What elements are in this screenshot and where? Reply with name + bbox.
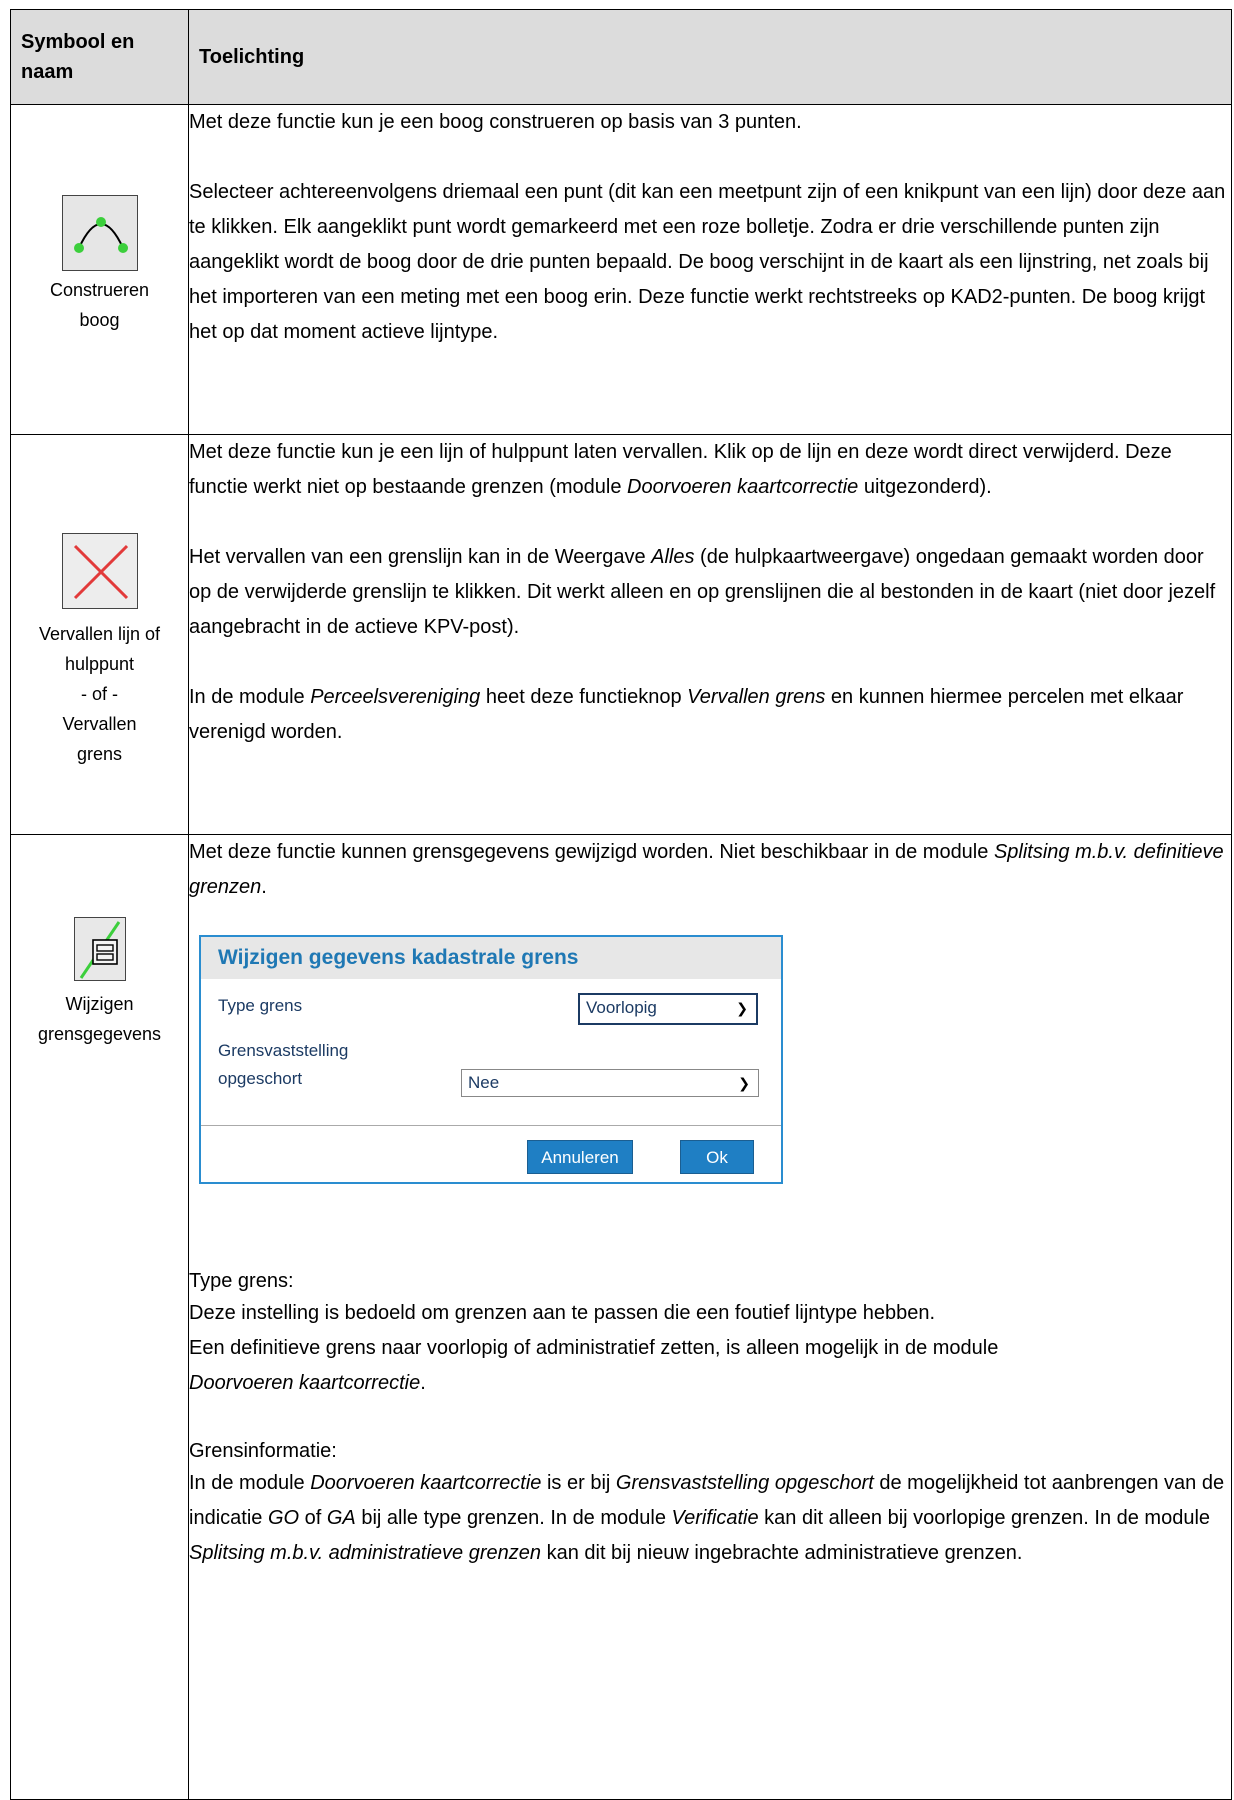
symbol-name-line: - of -	[80, 684, 118, 704]
symbol-cell-edit: Wijzigen grensgegevens	[10, 834, 189, 1800]
symbol-name-line: grensgegevens	[37, 1024, 162, 1044]
symbol-cell-arc: Construeren boog	[10, 104, 189, 435]
paragraph: Type grens:	[189, 1270, 294, 1292]
type-grens-label: Type grens	[218, 996, 303, 1015]
paragraph: Grensinformatie:	[189, 1440, 337, 1462]
symbol-name-line: grens	[76, 744, 123, 764]
edit-boundary-data-icon[interactable]	[73, 917, 126, 981]
paragraph: Met deze functie kunnen grensgegevens ge…	[189, 841, 1224, 898]
table-header-row: Symbool en naam Toelichting	[10, 9, 1232, 105]
description-cell-edit: Met deze functie kunnen grensgegevens ge…	[188, 834, 1232, 1800]
paragraph: Een definitieve grens naar voorlopig of …	[189, 1337, 999, 1359]
suspend-select[interactable]: Nee ❯	[461, 1069, 759, 1097]
paragraph: Met deze functie kun je een boog constru…	[189, 111, 802, 133]
symbol-name-line: boog	[79, 310, 120, 330]
chevron-down-icon: ❯	[738, 1075, 750, 1091]
functions-table: Symbool en naam Toelichting Construeren …	[10, 9, 1232, 1800]
red-x-icon[interactable]	[61, 533, 138, 609]
symbol-name-line: Vervallen	[62, 714, 137, 734]
paragraph: Doorvoeren kaartcorrectie.	[189, 1372, 426, 1394]
type-grens-select[interactable]: Voorlopig ❯	[578, 993, 758, 1025]
suspend-label-line2: opgeschort	[218, 1069, 303, 1088]
ok-button[interactable]: Ok	[680, 1140, 754, 1174]
symbol-name-line: Wijzigen	[65, 994, 134, 1014]
paragraph: In de module Doorvoeren kaartcorrectie i…	[189, 1472, 1225, 1564]
paragraph: Selecteer achtereenvolgens driemaal een …	[189, 181, 1226, 343]
paragraph: Met deze functie kun je een lijn of hulp…	[189, 441, 1172, 498]
paragraph: Het vervallen van een grenslijn kan in d…	[189, 546, 1216, 638]
symbol-name-line: Vervallen lijn of	[38, 624, 161, 644]
description-cell-arc: Met deze functie kun je een boog constru…	[188, 104, 1232, 435]
symbol-name-line: hulppunt	[64, 654, 135, 674]
symbol-cell-remove: Vervallen lijn of hulppunt - of - Verval…	[10, 434, 189, 835]
suspend-label-line1: Grensvaststelling	[218, 1041, 349, 1060]
chevron-down-icon: ❯	[736, 1000, 748, 1016]
description-cell-remove: Met deze functie kun je een lijn of hulp…	[188, 434, 1232, 835]
header-symbol-name: Symbool en naam	[10, 9, 189, 105]
header-col1-text: Symbool en naam	[21, 31, 135, 83]
edit-boundary-dialog: Wijzigen gegevens kadastrale grens Type …	[199, 935, 783, 1184]
table-row: Construeren boog Met deze functie kun je…	[10, 104, 1232, 435]
dialog-title: Wijzigen gegevens kadastrale grens	[201, 937, 781, 979]
table-row: Vervallen lijn of hulppunt - of - Verval…	[10, 434, 1232, 835]
table-row: Wijzigen grensgegevens Met deze functie …	[10, 834, 1232, 1800]
cancel-button[interactable]: Annuleren	[527, 1140, 633, 1174]
symbol-name-line: Construeren	[49, 280, 150, 300]
arc-construct-icon[interactable]	[61, 195, 138, 271]
dialog-divider	[201, 1125, 781, 1126]
paragraph: In de module Perceelsvereniging heet dez…	[189, 686, 1184, 743]
header-col2-text: Toelichting	[199, 46, 305, 68]
paragraph: Deze instelling is bedoeld om grenzen aa…	[189, 1302, 936, 1324]
header-explanation: Toelichting	[188, 9, 1232, 105]
